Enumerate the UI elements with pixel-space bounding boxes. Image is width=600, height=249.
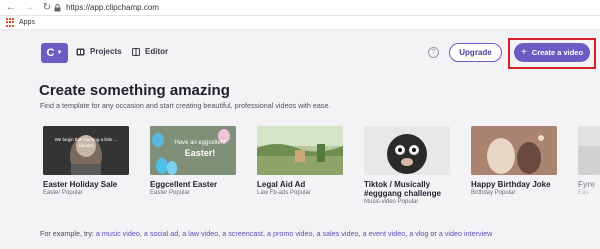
example-link[interactable]: a vlog — [409, 229, 428, 238]
address-bar[interactable]: https://app.clipchamp.com — [54, 1, 594, 14]
thumbnail-caption: We begin this morning a little ... class… — [54, 137, 118, 148]
template-card[interactable]: Tiktok / Musically #egggang challenge Mu… — [364, 126, 450, 205]
projects-icon — [76, 48, 85, 55]
template-card[interactable]: Legal Aid Ad Law Fb-ads Popular — [257, 126, 343, 196]
template-title: Legal Aid Ad — [257, 180, 306, 189]
template-thumbnail: Have an eggcellent Easter! — [150, 126, 236, 175]
template-title: Tiktok / Musically #egggang challenge — [364, 180, 450, 198]
template-tags: Birthday Popular — [471, 190, 516, 196]
example-link[interactable]: a music video — [96, 229, 140, 238]
tab-editor-label: Editor — [145, 47, 169, 56]
template-title-line1: Tiktok / Musically — [364, 180, 431, 189]
tab-editor[interactable]: Editor — [132, 47, 168, 56]
example-link[interactable]: a screencast — [222, 229, 263, 238]
apps-grid-icon — [6, 18, 15, 27]
example-link[interactable]: a video interview — [439, 229, 493, 238]
create-video-label: Create a video — [531, 48, 584, 57]
example-links: For example, try: a music video, a socia… — [40, 229, 492, 238]
template-tags: Eas — [578, 190, 589, 196]
template-card[interactable]: Happy Birthday Joke Birthday Popular — [471, 126, 557, 196]
example-link[interactable]: a sales video — [317, 229, 359, 238]
lock-icon — [54, 4, 61, 12]
example-link[interactable]: a social ad — [144, 229, 178, 238]
browser-toolbar: ← → ↻ https://app.clipchamp.com — [0, 0, 600, 16]
example-prefix: For example, try: — [40, 229, 94, 238]
template-tags: Law Fb-ads Popular — [257, 190, 311, 196]
thumbnail-caption-group: Have an eggcellent Easter! — [168, 140, 232, 158]
bookmark-apps[interactable]: Apps — [19, 19, 35, 26]
template-title: Easter Holiday Sale — [43, 180, 118, 189]
example-link[interactable]: a event video — [362, 229, 405, 238]
thumbnail-caption-line2: Easter! — [184, 148, 216, 158]
logo-letter: C — [46, 47, 55, 59]
page-subtitle: Find a template for any occasion and sta… — [40, 101, 331, 110]
template-title: Fyre — [578, 180, 595, 189]
template-thumbnail: We begin this morning a little ... class… — [43, 126, 129, 175]
template-card[interactable]: We begin this morning a little ... class… — [43, 126, 129, 196]
plus-icon: + — [520, 47, 527, 58]
upgrade-button[interactable]: Upgrade — [449, 43, 502, 62]
editor-icon — [132, 47, 140, 56]
forward-icon[interactable]: → — [22, 1, 36, 15]
bookmarks-bar: Apps — [0, 16, 600, 30]
chevron-down-icon: ▼ — [56, 50, 63, 56]
url-text: https://app.clipchamp.com — [66, 3, 159, 12]
help-icon[interactable]: ? — [428, 47, 439, 58]
tab-projects-label: Projects — [90, 47, 122, 56]
template-thumbnail — [471, 126, 557, 175]
template-title: Happy Birthday Joke — [471, 180, 551, 189]
template-title-line2: #egggang challenge — [364, 189, 441, 198]
template-thumbnail — [578, 126, 600, 175]
template-thumbnail — [257, 126, 343, 175]
template-tags: Easter Popular — [150, 190, 190, 196]
example-link-list: a music video, a social ad, a law video,… — [95, 229, 493, 238]
back-icon[interactable]: ← — [4, 1, 18, 15]
template-card-partial[interactable]: Fyre Eas — [578, 126, 600, 196]
workspace-menu-button[interactable]: C ▼ — [41, 43, 68, 63]
template-card[interactable]: Have an eggcellent Easter! Eggcellent Ea… — [150, 126, 236, 196]
tab-projects[interactable]: Projects — [76, 47, 122, 56]
page-title: Create something amazing — [39, 82, 230, 99]
template-thumbnail — [364, 126, 450, 175]
example-link[interactable]: a law video — [182, 229, 218, 238]
create-video-button[interactable]: + Create a video — [514, 43, 590, 62]
template-title: Eggcellent Easter — [150, 180, 218, 189]
template-tags: Easter Popular — [43, 190, 83, 196]
reload-icon[interactable]: ↻ — [40, 1, 54, 15]
template-tags: Music-video Popular — [364, 199, 419, 205]
example-link[interactable]: a promo video — [267, 229, 313, 238]
template-carousel: We begin this morning a little ... class… — [43, 126, 600, 206]
thumbnail-caption-line1: Have an eggcellent — [174, 140, 226, 146]
